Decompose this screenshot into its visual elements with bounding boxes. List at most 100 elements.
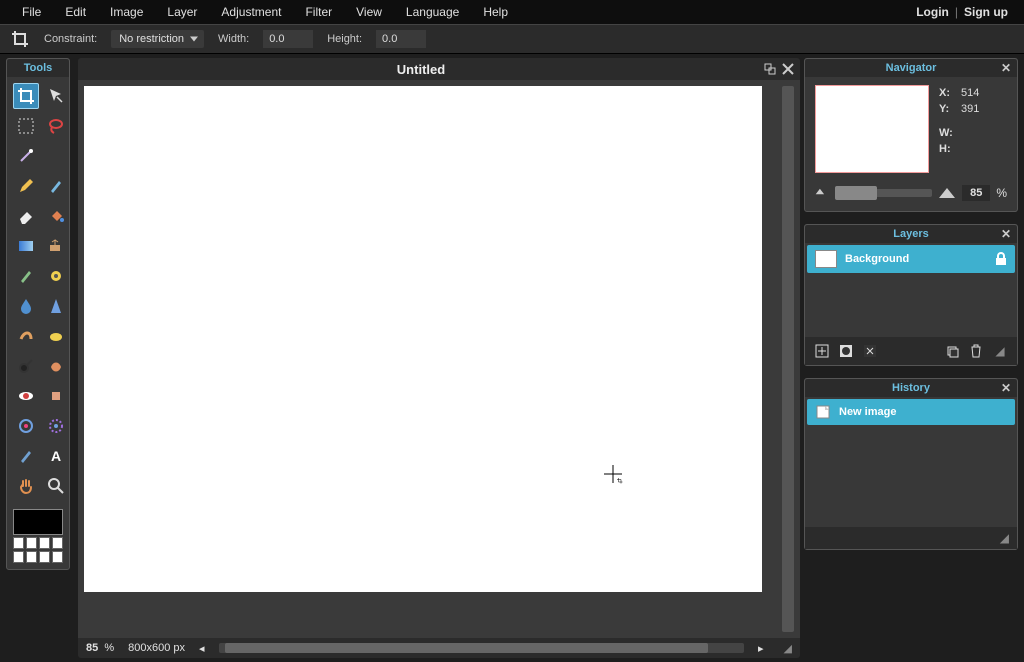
new-layer-icon[interactable] (813, 342, 831, 360)
menu-adjustment[interactable]: Adjustment (209, 1, 293, 23)
wand-tool[interactable] (13, 143, 39, 169)
menu-help[interactable]: Help (471, 1, 520, 23)
navigator-panel: Navigator ✕ X:514 Y:391 W: H: 85 % (804, 58, 1018, 212)
tools-panel-title: Tools (7, 59, 69, 77)
navigator-preview[interactable] (815, 85, 929, 173)
color-swatch[interactable] (26, 537, 37, 549)
svg-text:A: A (51, 448, 61, 464)
bucket-tool[interactable] (43, 203, 69, 229)
layer-item[interactable]: Background (807, 245, 1015, 273)
horizontal-scrollbar[interactable] (219, 643, 744, 653)
eyedropper-tool[interactable] (13, 443, 39, 469)
menu-view[interactable]: View (344, 1, 394, 23)
blur-tool[interactable] (13, 293, 39, 319)
close-icon[interactable] (782, 63, 794, 75)
tools-panel: Tools (0, 54, 76, 662)
maximize-icon[interactable] (764, 63, 776, 75)
zoom-value[interactable]: 85 (962, 185, 990, 201)
height-label: Height: (327, 33, 362, 45)
foreground-color-swatch[interactable] (13, 509, 63, 535)
brush-tool[interactable] (43, 173, 69, 199)
close-icon[interactable]: ✕ (1001, 227, 1011, 241)
crop-tool[interactable] (13, 83, 39, 109)
zoom-tool[interactable] (43, 473, 69, 499)
color-swatch[interactable] (52, 537, 63, 549)
resize-handle-icon[interactable]: ◢ (784, 642, 792, 655)
navigator-title: Navigator (886, 62, 937, 74)
menu-language[interactable]: Language (394, 1, 471, 23)
navigator-info: X:514 Y:391 W: H: (939, 85, 979, 173)
spot-heal-tool[interactable] (43, 383, 69, 409)
redeye-tool[interactable] (13, 383, 39, 409)
tool-options-bar: Constraint: No restriction Width: Height… (0, 24, 1024, 54)
duplicate-layer-icon[interactable] (943, 342, 961, 360)
history-title: History (892, 382, 930, 394)
layers-title: Layers (893, 228, 928, 240)
pencil-tool[interactable] (13, 173, 39, 199)
menu-image[interactable]: Image (98, 1, 155, 23)
color-swatch[interactable] (39, 537, 50, 549)
new-image-icon (815, 404, 833, 420)
lasso-tool[interactable] (43, 113, 69, 139)
hscroll-left-icon[interactable]: ◂ (199, 642, 205, 655)
history-panel: History ✕ New image ◢ (804, 378, 1018, 550)
dodge-tool[interactable] (13, 353, 39, 379)
color-swatch[interactable] (13, 551, 24, 563)
gradient-tool[interactable] (13, 233, 39, 259)
sponge-tool[interactable] (43, 323, 69, 349)
hscroll-right-icon[interactable]: ▸ (758, 642, 764, 655)
layers-resize-handle-icon[interactable]: ◢ (991, 342, 1009, 360)
canvas[interactable] (84, 86, 762, 592)
document-title: Untitled (78, 62, 764, 77)
hand-tool[interactable] (13, 473, 39, 499)
dimensions-readout: 800x600 px (128, 642, 185, 654)
zoom-readout: 85 % (86, 642, 114, 654)
zoom-out-icon[interactable] (815, 188, 829, 198)
history-name: New image (839, 406, 896, 418)
vertical-scrollbar[interactable] (782, 86, 794, 632)
close-icon[interactable]: ✕ (1001, 381, 1011, 395)
color-swatch[interactable] (26, 551, 37, 563)
menu-layer[interactable]: Layer (155, 1, 209, 23)
history-resize-handle-icon[interactable]: ◢ (1000, 531, 1009, 545)
main-menubar: File Edit Image Layer Adjustment Filter … (0, 0, 1024, 24)
eraser-tool[interactable] (13, 203, 39, 229)
zoom-percent-label: % (996, 186, 1007, 200)
close-icon[interactable]: ✕ (1001, 61, 1011, 75)
width-input[interactable] (263, 30, 313, 48)
pinch-tool[interactable] (43, 413, 69, 439)
layer-thumbnail (815, 250, 837, 268)
drawing-tool[interactable] (43, 263, 69, 289)
crop-icon (10, 29, 30, 49)
marquee-tool[interactable] (13, 113, 39, 139)
layer-styles-icon[interactable] (861, 342, 879, 360)
history-item[interactable]: New image (807, 399, 1015, 425)
layer-mask-icon[interactable] (837, 342, 855, 360)
zoom-slider[interactable] (835, 189, 932, 197)
login-link[interactable]: Login (910, 5, 955, 19)
clone-tool[interactable] (43, 233, 69, 259)
lock-icon[interactable] (995, 252, 1007, 266)
height-input[interactable] (376, 30, 426, 48)
canvas-viewport[interactable] (84, 86, 778, 632)
bloat-tool[interactable] (13, 413, 39, 439)
sharpen-tool[interactable] (43, 293, 69, 319)
menu-file[interactable]: File (10, 1, 53, 23)
zoom-in-icon[interactable] (938, 187, 956, 199)
delete-layer-icon[interactable] (967, 342, 985, 360)
menu-edit[interactable]: Edit (53, 1, 98, 23)
burn-tool[interactable] (43, 353, 69, 379)
color-swatch[interactable] (39, 551, 50, 563)
width-label: Width: (218, 33, 249, 45)
constraint-label: Constraint: (44, 33, 97, 45)
type-tool[interactable]: A (43, 443, 69, 469)
signup-link[interactable]: Sign up (958, 5, 1014, 19)
replace-color-tool[interactable] (13, 263, 39, 289)
move-tool[interactable] (43, 83, 69, 109)
color-swatch[interactable] (52, 551, 63, 563)
constraint-dropdown[interactable]: No restriction (111, 30, 204, 48)
layers-panel: Layers ✕ Background ◢ (804, 224, 1018, 366)
smudge-tool[interactable] (13, 323, 39, 349)
color-swatch[interactable] (13, 537, 24, 549)
menu-filter[interactable]: Filter (293, 1, 344, 23)
